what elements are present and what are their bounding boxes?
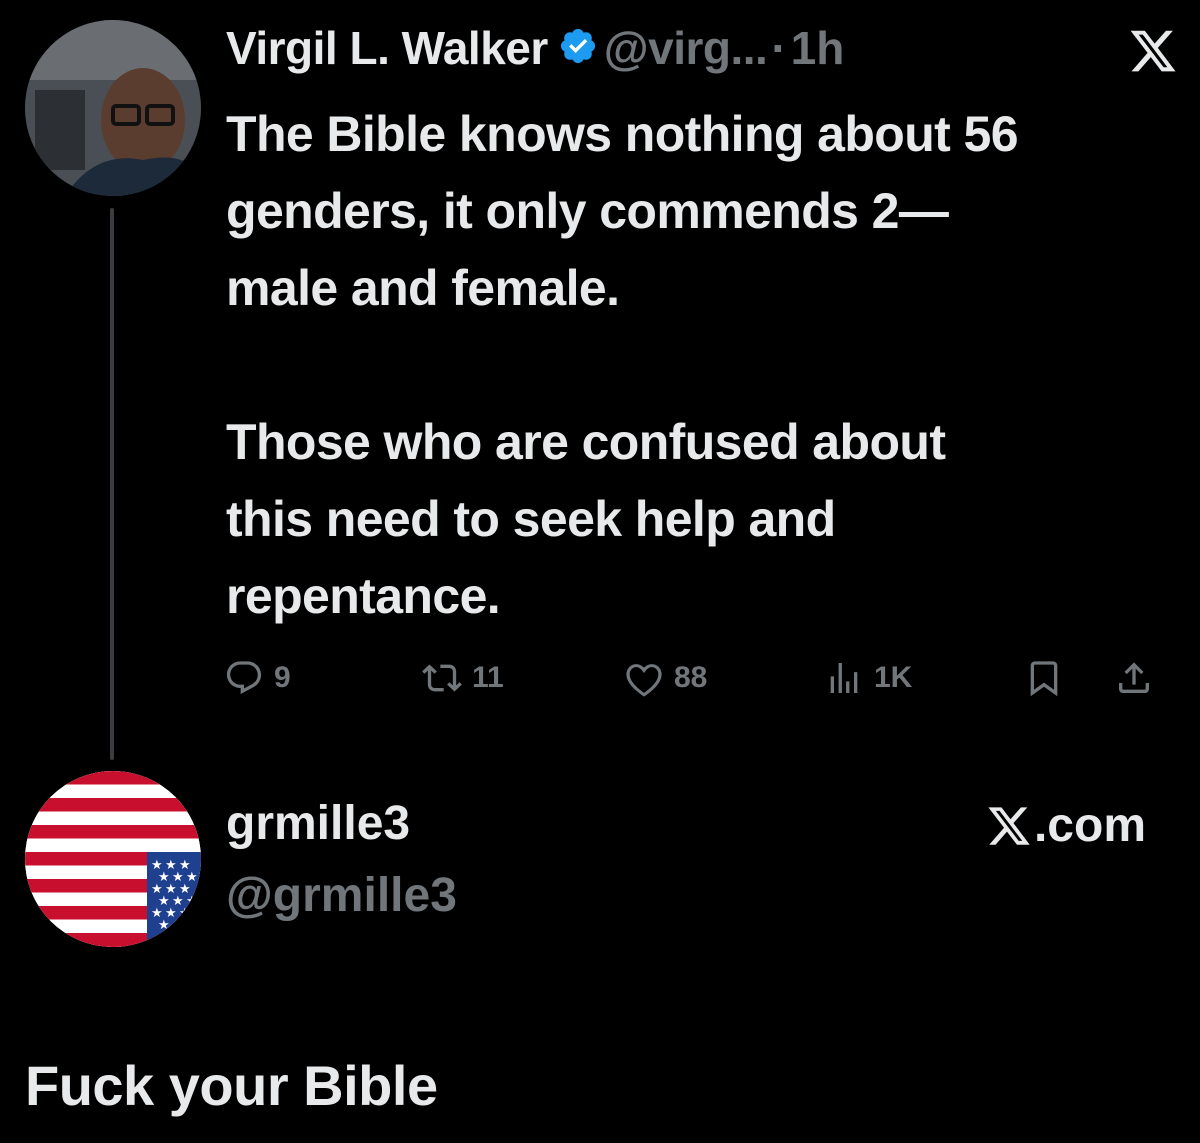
tweet-actions: 9 11 88 1K xyxy=(224,650,1184,706)
svg-text:★: ★ xyxy=(158,918,170,933)
tweet-line-blank xyxy=(226,327,1186,404)
svg-text:★: ★ xyxy=(172,918,184,933)
author-avatar[interactable] xyxy=(25,20,201,196)
tweet-time[interactable]: 1h xyxy=(791,21,845,75)
author-name[interactable]: Virgil L. Walker xyxy=(226,21,548,75)
author-handle[interactable]: @virg... xyxy=(604,21,768,75)
like-count: 88 xyxy=(674,661,708,694)
tweet-line-5: Those who are confused about xyxy=(226,414,946,470)
reply-text: Fuck your Bible xyxy=(25,1054,438,1117)
tweet-header: Virgil L. Walker @virg... · 1h xyxy=(226,18,1180,78)
reply-author-handle[interactable]: @grmille3 xyxy=(226,868,457,923)
views-button[interactable]: 1K xyxy=(824,650,912,706)
share-button[interactable] xyxy=(1114,650,1164,706)
retweet-button[interactable]: 11 xyxy=(422,650,504,706)
reply-count: 9 xyxy=(274,661,291,694)
views-icon xyxy=(830,663,858,693)
verified-badge-icon xyxy=(548,26,604,71)
svg-text:★: ★ xyxy=(186,894,198,909)
views-count: 1K xyxy=(874,661,913,694)
tweet-text: The Bible knows nothing about 56 genders… xyxy=(226,96,1186,635)
bookmark-button[interactable] xyxy=(1024,650,1074,706)
tweet-line-3: male and female. xyxy=(226,260,620,316)
bookmark-icon xyxy=(1030,661,1058,697)
tweet-line-7: repentance. xyxy=(226,568,501,624)
retweet-count: 11 xyxy=(472,661,504,694)
tweet-line-2: genders, it only commends 2— xyxy=(226,183,949,239)
thread-line xyxy=(110,208,114,760)
reply-author-name[interactable]: grmille3 xyxy=(226,796,410,851)
reply-icon xyxy=(226,661,262,695)
brand-text: .com xyxy=(1033,799,1146,852)
svg-text:★: ★ xyxy=(179,906,191,921)
separator-dot: · xyxy=(771,22,787,74)
x-com-brand: .com xyxy=(986,798,1146,853)
heart-icon xyxy=(626,664,662,697)
like-button[interactable]: 88 xyxy=(624,650,707,706)
reply-avatar[interactable]: ★ ★ ★ ★ ★ ★ ★ ★ ★ ★ ★ ★ ★ ★ ★ ★ ★ xyxy=(25,771,201,947)
x-logo-icon xyxy=(988,806,1030,845)
retweet-icon xyxy=(422,664,462,692)
share-icon xyxy=(1119,662,1149,693)
tweet-line-6: this need to seek help and xyxy=(226,491,836,547)
tweet-line-1: The Bible knows nothing about 56 xyxy=(226,106,1019,162)
reply-button[interactable]: 9 xyxy=(224,650,291,706)
x-logo-icon[interactable] xyxy=(1128,26,1178,76)
